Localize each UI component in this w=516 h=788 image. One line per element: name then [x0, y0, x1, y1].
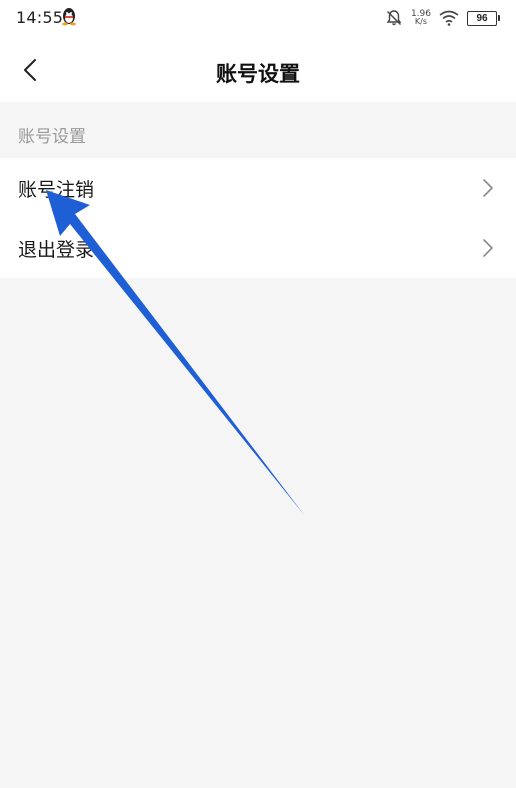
nav-bar: 账号设置: [0, 38, 516, 102]
chevron-right-icon: [483, 239, 493, 257]
battery-icon: 96: [467, 10, 500, 26]
list-item-label: 账号注销: [18, 179, 95, 201]
status-bar: 14:55 1.96 K/s 96: [0, 0, 516, 38]
section-header-label: 账号设置: [18, 127, 86, 147]
settings-list: 账号注销 退出登录: [0, 158, 516, 278]
chevron-right-icon: [483, 179, 493, 197]
network-speed-unit: K/s: [414, 17, 428, 26]
status-time: 14:55: [16, 8, 64, 27]
page-title: 账号设置: [216, 62, 300, 86]
network-speed: 1.96 K/s: [411, 10, 431, 26]
list-item-label: 退出登录: [18, 239, 95, 261]
section-header: 账号设置: [0, 102, 516, 158]
battery-level: 96: [467, 10, 497, 26]
status-right-icons: 1.96 K/s 96: [385, 6, 500, 30]
battery-cap: [498, 15, 500, 21]
wifi-icon: [439, 10, 459, 26]
list-item-deactivate-account[interactable]: 账号注销: [0, 158, 516, 218]
list-item-logout[interactable]: 退出登录: [0, 218, 516, 278]
bell-muted-icon: [386, 10, 402, 26]
qq-penguin-icon: [62, 8, 76, 26]
